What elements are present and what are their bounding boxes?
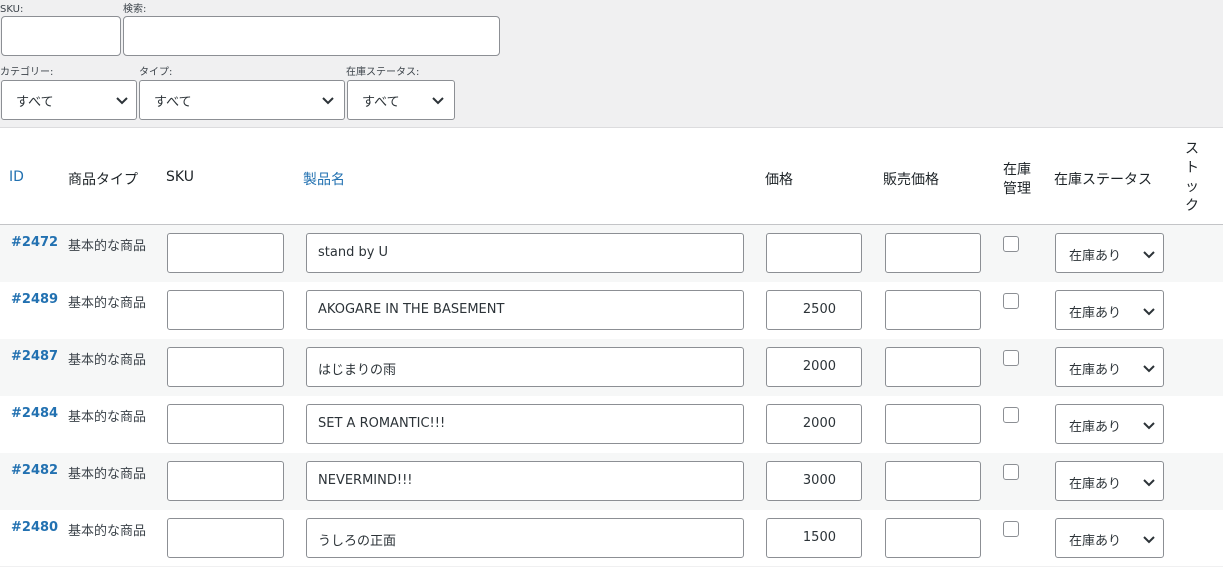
stock-status-select[interactable]: 在庫あり: [1055, 347, 1164, 387]
chevron-down-icon: [116, 97, 128, 105]
price-input[interactable]: 1500: [766, 518, 862, 558]
type-select-value: すべて: [154, 95, 192, 110]
price-input[interactable]: 2500: [766, 290, 862, 330]
products-table: ID 商品タイプ SKU 製品名 価格 販売価格 在庫 管理 在庫ステータス ス…: [0, 127, 1223, 566]
type-select[interactable]: すべて: [139, 80, 345, 120]
category-select-value: すべて: [16, 95, 54, 110]
sku-input[interactable]: [167, 404, 284, 444]
column-stock-status: 在庫ステータス: [1054, 172, 1152, 188]
stock-status-value: 在庫あり: [1069, 420, 1122, 435]
column-manage-stock-line2: 管理: [1003, 181, 1031, 197]
column-stock-char2: ト: [1185, 160, 1199, 176]
sale-price-input[interactable]: [885, 518, 981, 558]
search-label: 検索:: [123, 4, 147, 15]
price-input[interactable]: [766, 233, 862, 273]
stock-status-select[interactable]: 在庫あり: [1055, 404, 1164, 444]
product-id-link[interactable]: #2482: [11, 463, 58, 478]
table-row: #2487 基本的な商品 はじまりの雨 2000 在庫あり: [0, 339, 1223, 396]
manage-stock-checkbox[interactable]: [1003, 407, 1019, 423]
chevron-down-icon: [1143, 536, 1155, 544]
column-price: 価格: [765, 172, 793, 188]
sku-input[interactable]: [167, 290, 284, 330]
stock-status-select[interactable]: 在庫あり: [1055, 518, 1164, 558]
sale-price-input[interactable]: [885, 461, 981, 501]
stock-status-value: 在庫あり: [1069, 477, 1122, 492]
price-input[interactable]: 2000: [766, 347, 862, 387]
category-select[interactable]: すべて: [1, 80, 137, 120]
column-stock-char1: ス: [1185, 141, 1199, 157]
column-id[interactable]: ID: [9, 169, 24, 185]
product-type: 基本的な商品: [68, 410, 147, 425]
search-input[interactable]: [123, 16, 500, 56]
chevron-down-icon: [1143, 365, 1155, 373]
product-name-input[interactable]: NEVERMIND!!!: [306, 461, 744, 501]
sku-input[interactable]: [167, 233, 284, 273]
stock-status-select[interactable]: 在庫あり: [1055, 233, 1164, 273]
sale-price-input[interactable]: [885, 404, 981, 444]
product-id-link[interactable]: #2484: [11, 406, 58, 421]
column-sku: SKU: [166, 169, 194, 185]
column-product-type: 商品タイプ: [68, 172, 138, 188]
sku-input[interactable]: [167, 347, 284, 387]
product-id-link[interactable]: #2480: [11, 520, 58, 535]
chevron-down-icon: [1143, 422, 1155, 430]
column-stock-char3: ッ: [1185, 179, 1199, 195]
sale-price-input[interactable]: [885, 347, 981, 387]
sku-input[interactable]: [167, 518, 284, 558]
product-name-input[interactable]: stand by U: [306, 233, 744, 273]
price-input[interactable]: 3000: [766, 461, 862, 501]
product-name-input[interactable]: AKOGARE IN THE BASEMENT: [306, 290, 744, 330]
chevron-down-icon: [432, 97, 444, 105]
sku-filter-input[interactable]: [1, 16, 121, 56]
product-id-link[interactable]: #2472: [11, 235, 58, 250]
table-row: #2482 基本的な商品 NEVERMIND!!! 3000 在庫あり: [0, 453, 1223, 510]
product-type: 基本的な商品: [68, 296, 147, 311]
table-header: ID 商品タイプ SKU 製品名 価格 販売価格 在庫 管理 在庫ステータス ス…: [0, 128, 1223, 225]
table-row: #2489 基本的な商品 AKOGARE IN THE BASEMENT 250…: [0, 282, 1223, 339]
manage-stock-checkbox[interactable]: [1003, 350, 1019, 366]
product-id-link[interactable]: #2487: [11, 349, 58, 364]
product-type: 基本的な商品: [68, 524, 147, 539]
chevron-down-icon: [1143, 479, 1155, 487]
chevron-down-icon: [1143, 308, 1155, 316]
product-type: 基本的な商品: [68, 467, 147, 482]
stock-status-value: 在庫あり: [1069, 306, 1122, 321]
chevron-down-icon: [1143, 251, 1155, 259]
table-row: #2472 基本的な商品 stand by U 在庫あり: [0, 225, 1223, 282]
stock-status-filter-label: 在庫ステータス:: [346, 67, 420, 78]
column-name[interactable]: 製品名: [303, 169, 345, 189]
stock-status-value: 在庫あり: [1069, 534, 1122, 549]
product-name-input[interactable]: うしろの正面: [306, 518, 744, 558]
type-label: タイプ:: [139, 67, 173, 78]
column-manage-stock-line1: 在庫: [1003, 162, 1031, 178]
stock-status-select[interactable]: 在庫あり: [1055, 290, 1164, 330]
product-id-link[interactable]: #2489: [11, 292, 58, 307]
product-name-input[interactable]: SET A ROMANTIC!!!: [306, 404, 744, 444]
product-type: 基本的な商品: [68, 353, 147, 368]
table-row: #2484 基本的な商品 SET A ROMANTIC!!! 2000 在庫あり: [0, 396, 1223, 453]
product-name-input[interactable]: はじまりの雨: [306, 347, 744, 387]
manage-stock-checkbox[interactable]: [1003, 236, 1019, 252]
chevron-down-icon: [322, 97, 334, 105]
stock-status-filter-select[interactable]: すべて: [347, 80, 455, 120]
stock-status-select[interactable]: 在庫あり: [1055, 461, 1164, 501]
table-row: #2480 基本的な商品 うしろの正面 1500 在庫あり: [0, 510, 1223, 567]
stock-status-value: 在庫あり: [1069, 249, 1122, 264]
sale-price-input[interactable]: [885, 233, 981, 273]
category-label: カテゴリー:: [0, 67, 54, 78]
product-type: 基本的な商品: [68, 239, 147, 254]
price-input[interactable]: 2000: [766, 404, 862, 444]
column-sale-price: 販売価格: [883, 172, 939, 188]
stock-status-value: 在庫あり: [1069, 363, 1122, 378]
sku-input[interactable]: [167, 461, 284, 501]
sku-filter-label: SKU:: [0, 4, 24, 15]
column-stock-char4: ク: [1185, 198, 1199, 214]
manage-stock-checkbox[interactable]: [1003, 293, 1019, 309]
sale-price-input[interactable]: [885, 290, 981, 330]
stock-status-filter-value: すべて: [362, 95, 400, 110]
manage-stock-checkbox[interactable]: [1003, 464, 1019, 480]
manage-stock-checkbox[interactable]: [1003, 521, 1019, 537]
